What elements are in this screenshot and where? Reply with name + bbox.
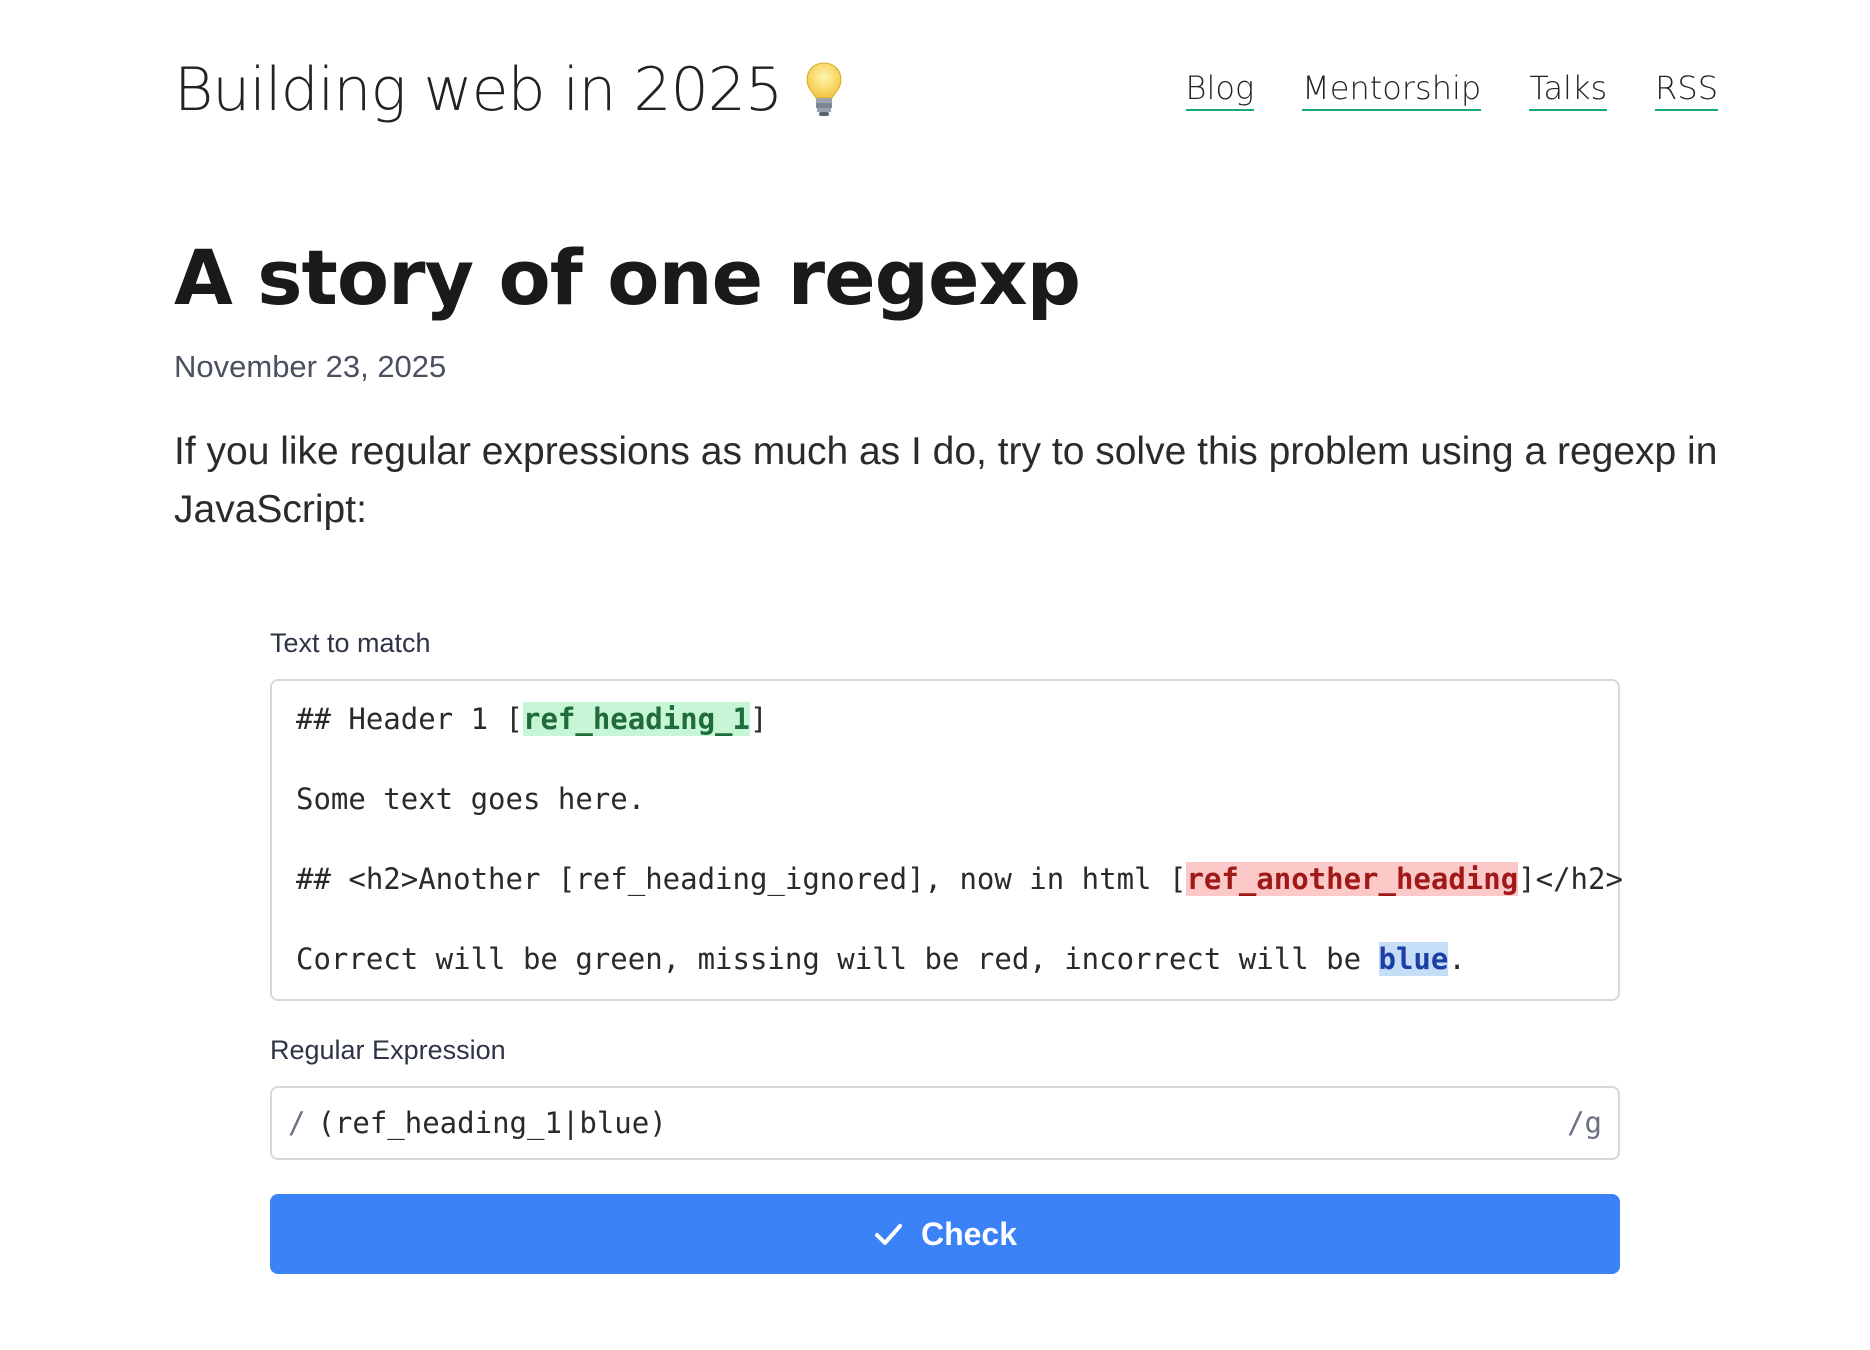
nav-link-blog[interactable]: Blog [1185, 69, 1255, 111]
site-title: Building web in 2025 [174, 55, 783, 125]
text-to-match-box: ## Header 1 [ref_heading_1] Some text goe… [270, 679, 1623, 1001]
regex-prefix: / [288, 1106, 306, 1140]
check-button-label: Check [920, 1215, 1018, 1252]
regex-label: Regular Expression [270, 1035, 506, 1065]
text-to-match-label: Text to match [270, 628, 431, 658]
match-highlight-red: ref_another_heading [1186, 862, 1519, 896]
code-line: Correct will be green, missing will be r… [296, 939, 1594, 979]
code-line: ## Header 1 [ref_heading_1] [296, 699, 1594, 739]
code-text: Some text goes here. [296, 782, 646, 816]
main-nav: Blog Mentorship Talks RSS [1185, 69, 1718, 111]
page: Building web in 2025 Blog Mentorship Tal… [0, 0, 1870, 1350]
code-text: ## <h2>Another [ref_heading_ignored], no… [296, 862, 1187, 896]
code-text: ]</h2> [1518, 862, 1623, 896]
match-highlight-blue: blue [1378, 942, 1449, 976]
code-text: . [1448, 942, 1466, 976]
checkmark-icon [873, 1219, 903, 1249]
regex-input[interactable] [317, 1106, 1568, 1140]
intro-paragraph: If you like regular expressions as much … [174, 430, 1718, 532]
match-highlight-green: ref_heading_1 [522, 702, 750, 736]
code-text: ] [749, 702, 768, 736]
nav-link-mentorship[interactable]: Mentorship [1302, 69, 1482, 111]
regex-flags: /g [1567, 1106, 1602, 1140]
site-header: Building web in 2025 Blog Mentorship Tal… [174, 40, 1718, 140]
regex-field: / /g [270, 1086, 1620, 1160]
post-title: A story of one regexp [174, 233, 1081, 322]
code-text: Correct will be green, missing will be r… [296, 942, 1379, 976]
check-button[interactable]: Check [270, 1194, 1620, 1274]
code-line: ## <h2>Another [ref_heading_ignored], no… [296, 859, 1623, 899]
site-title-link[interactable]: Building web in 2025 [174, 55, 844, 125]
code-line: Some text goes here. [296, 779, 1594, 819]
lightbulb-icon [804, 60, 844, 120]
post-date: November 23, 2025 [174, 349, 447, 385]
article: A story of one regexp November 23, 2025 … [174, 232, 1724, 539]
regex-widget: Text to match ## Header 1 [ref_heading_1… [270, 628, 1623, 1274]
code-text: ## Header 1 [ [296, 702, 523, 736]
nav-link-talks[interactable]: Talks [1529, 69, 1608, 111]
nav-link-rss[interactable]: RSS [1655, 69, 1718, 111]
